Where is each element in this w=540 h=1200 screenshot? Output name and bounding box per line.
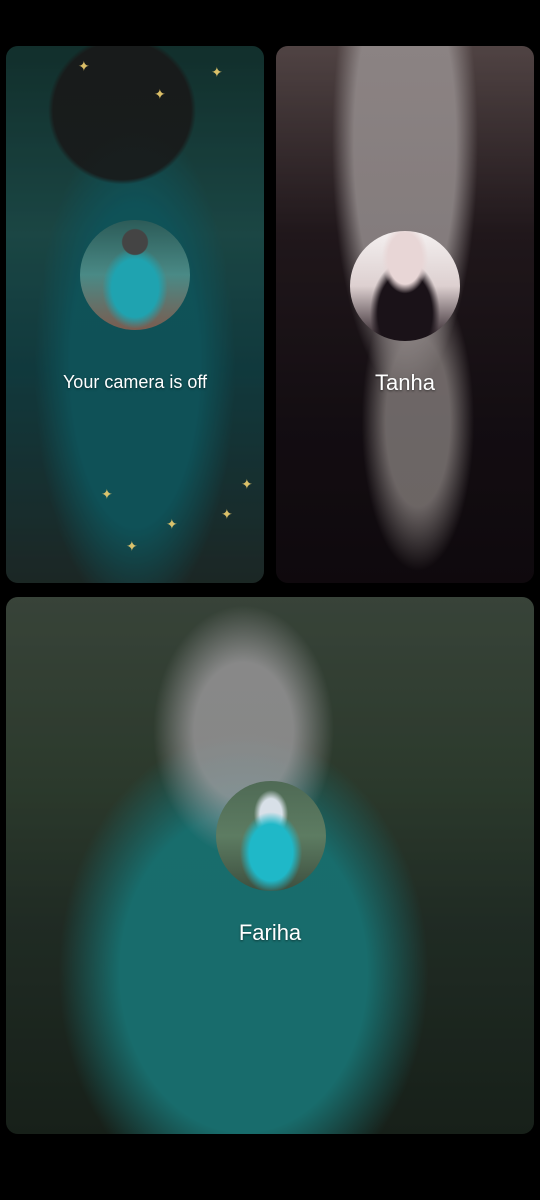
sparkle-icon: ✦ — [221, 506, 233, 522]
sparkle-icon: ✦ — [126, 538, 138, 554]
self-avatar — [80, 220, 190, 330]
participant-tile-fariha[interactable]: Fariha — [6, 597, 534, 1134]
sparkle-icon: ✦ — [101, 486, 113, 502]
sparkle-icon: ✦ — [78, 58, 90, 74]
sparkle-icon: ✦ — [166, 516, 178, 532]
participant-avatar — [350, 231, 460, 341]
sparkle-icon: ✦ — [241, 476, 253, 492]
participant-name: Fariha — [238, 920, 302, 945]
sparkle-icon: ✦ — [154, 86, 166, 102]
participant-name: Tanha — [375, 370, 435, 395]
participant-tile-tanha[interactable]: Tanha — [276, 46, 534, 583]
camera-off-status: Your camera is off — [62, 372, 208, 392]
self-video-tile[interactable]: ✦ ✦ ✦ ✦ ✦ ✦ ✦ ✦ Your camera is off — [6, 46, 264, 583]
participant-avatar — [216, 781, 326, 891]
sparkle-icon: ✦ — [211, 64, 223, 80]
